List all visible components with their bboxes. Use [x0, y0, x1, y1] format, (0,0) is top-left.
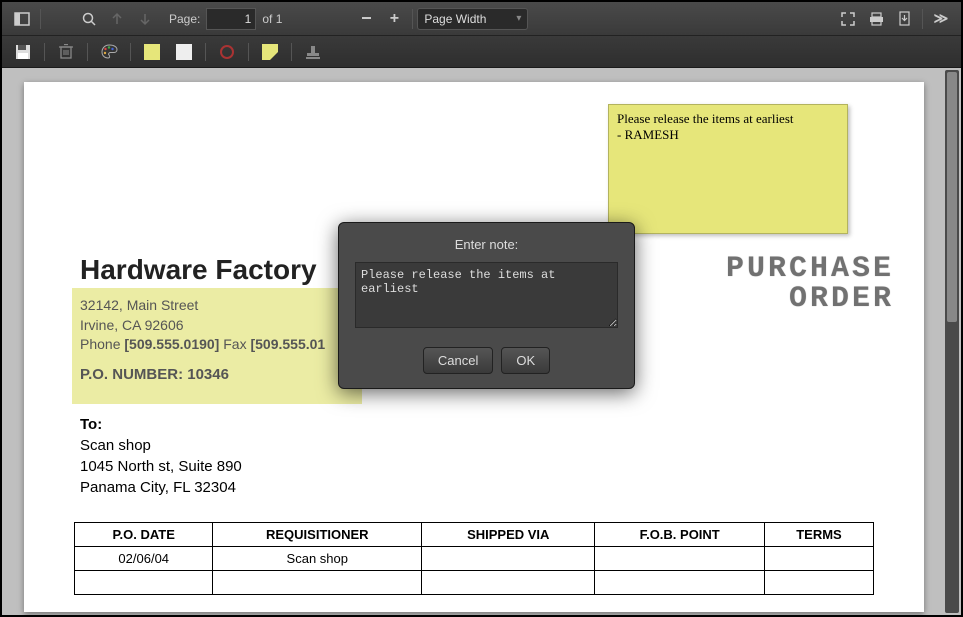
chevron-updown-icon: ▾ [516, 13, 521, 24]
to-addr1: 1045 North st, Suite 890 [80, 456, 242, 477]
company-name: Hardware Factory [80, 254, 317, 286]
page-label: Page: [169, 12, 200, 26]
download-icon[interactable] [890, 5, 918, 33]
document-area: Hardware Factory 32142, Main Street Irvi… [2, 68, 961, 615]
trash-icon[interactable] [51, 39, 81, 65]
po-table: P.O. DATE REQUISITIONER SHIPPED VIA F.O.… [74, 522, 874, 595]
separator [248, 43, 249, 61]
table-row [75, 571, 874, 595]
separator [130, 43, 131, 61]
sidebar-toggle-icon[interactable] [8, 5, 36, 33]
separator [412, 9, 413, 29]
separator [922, 9, 923, 29]
page-total: of 1 [262, 12, 282, 26]
document-title-stamp: PURCHASE ORDER [726, 254, 894, 314]
th-terms: TERMS [764, 523, 873, 547]
save-icon[interactable] [8, 39, 38, 65]
table-header-row: P.O. DATE REQUISITIONER SHIPPED VIA F.O.… [75, 523, 874, 547]
sticky-note-icon[interactable] [255, 39, 285, 65]
print-icon[interactable] [862, 5, 890, 33]
search-icon[interactable] [75, 5, 103, 33]
addr-line1: 32142, Main Street [80, 296, 325, 316]
zoom-mode-select[interactable]: Page Width ▾ [417, 8, 528, 30]
zoom-in-icon[interactable]: + [380, 5, 408, 33]
th-shipped-via: SHIPPED VIA [422, 523, 595, 547]
annotation-toolbar [2, 36, 961, 68]
next-page-icon[interactable] [131, 5, 159, 33]
sticky-note-line1: Please release the items at earliest [617, 111, 839, 127]
pdf-viewer: Page: of 1 − + Page Width ▾ ≫ [0, 0, 963, 617]
zoom-out-icon[interactable]: − [352, 5, 380, 33]
vertical-scrollbar[interactable] [945, 70, 959, 613]
separator [87, 43, 88, 61]
phone-fax-line: Phone [509.555.0190] Fax [509.555.01 [80, 335, 325, 355]
to-name: Scan shop [80, 435, 242, 456]
sticky-note-line2: - RAMESH [617, 127, 839, 143]
th-fob-point: F.O.B. POINT [595, 523, 765, 547]
po-number: P.O. NUMBER: 10346 [80, 366, 229, 383]
more-tools-icon[interactable]: ≫ [927, 5, 955, 33]
to-label: To: [80, 414, 242, 435]
prev-page-icon[interactable] [103, 5, 131, 33]
presentation-icon[interactable] [834, 5, 862, 33]
highlight-white-swatch[interactable] [169, 39, 199, 65]
page-number-input[interactable] [206, 8, 256, 30]
separator [40, 9, 41, 29]
highlight-yellow-swatch[interactable] [137, 39, 167, 65]
sticky-note-annotation[interactable]: Please release the items at earliest - R… [608, 104, 848, 234]
to-addr2: Panama City, FL 32304 [80, 477, 242, 498]
stamp-icon[interactable] [298, 39, 328, 65]
pdf-page: Hardware Factory 32142, Main Street Irvi… [24, 82, 924, 612]
main-toolbar: Page: of 1 − + Page Width ▾ ≫ [2, 2, 961, 36]
color-palette-icon[interactable] [94, 39, 124, 65]
company-address: 32142, Main Street Irvine, CA 92606 Phon… [80, 296, 325, 355]
to-block: To: Scan shop 1045 North st, Suite 890 P… [80, 414, 242, 498]
scroll-thumb[interactable] [947, 72, 957, 322]
separator [291, 43, 292, 61]
table-row: 02/06/04 Scan shop [75, 547, 874, 571]
zoom-mode-label: Page Width [424, 12, 486, 26]
shape-circle-icon[interactable] [212, 39, 242, 65]
separator [205, 43, 206, 61]
th-po-date: P.O. DATE [75, 523, 213, 547]
th-requisitioner: REQUISITIONER [213, 523, 422, 547]
addr-line2: Irvine, CA 92606 [80, 316, 325, 336]
separator [44, 43, 45, 61]
